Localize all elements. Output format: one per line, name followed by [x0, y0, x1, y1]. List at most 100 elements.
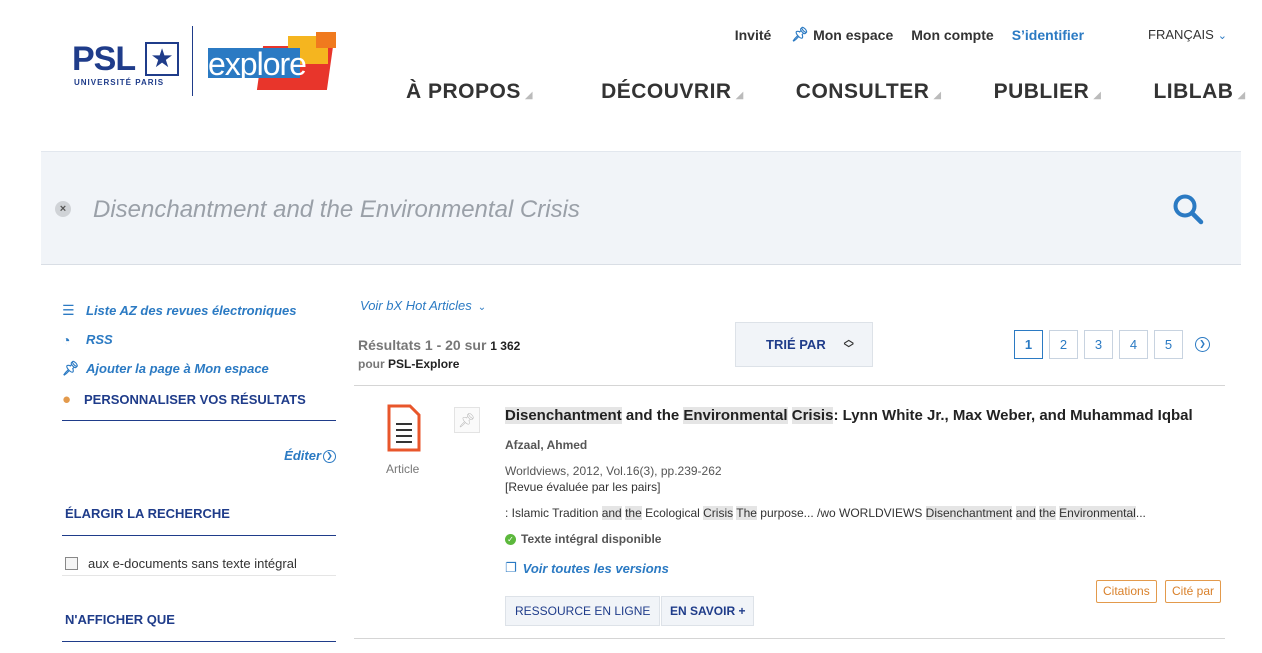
snippet-text: ...: [1135, 506, 1146, 520]
logo-shape-orange: [316, 32, 336, 48]
citations-button[interactable]: Citations: [1096, 580, 1157, 603]
personalize-results-label: PERSONNALISER VOS RÉSULTATS: [84, 392, 306, 407]
page-4[interactable]: 4: [1119, 330, 1148, 359]
results-scope: pour PSL-Explore: [358, 357, 459, 371]
top-navigation: Invité 📌︎ Mon espace Mon compte S’identi…: [717, 26, 1227, 43]
title-highlight: Environmental: [683, 407, 788, 424]
result-author[interactable]: Afzaal, Ahmed: [505, 438, 587, 452]
page-2[interactable]: 2: [1049, 330, 1078, 359]
psl-logo-text: PSL: [72, 40, 136, 78]
snippet-highlight: Crisis: [703, 506, 734, 520]
all-versions-link[interactable]: ❐ Voir toutes les versions: [505, 560, 669, 576]
language-selector[interactable]: FRANÇAIS ⌄: [1130, 27, 1227, 42]
results-count: Résultats 1 - 20 sur 1 362: [358, 337, 520, 353]
chevron-down-icon: ⌄: [477, 302, 487, 313]
rss-icon: ◔: [62, 331, 71, 348]
az-journals-link[interactable]: ☰ Liste AZ des revues électroniques: [62, 296, 336, 325]
snippet-text: Ecological: [641, 506, 704, 520]
all-versions-label: Voir toutes les versions: [522, 560, 669, 576]
my-space-link[interactable]: Mon espace: [813, 27, 893, 43]
title-highlight: Crisis: [791, 407, 834, 424]
pagination: 1 2 3 4 5 ❯: [1014, 330, 1210, 359]
hot-articles-link[interactable]: Voir bX Hot Articles ⌄: [360, 298, 486, 313]
guest-label: Invité: [734, 26, 772, 43]
triangle-icon: ◢: [1237, 90, 1246, 101]
explore-logo-text: explore: [208, 46, 307, 82]
online-resource-button[interactable]: RESSOURCE EN LIGNE: [505, 596, 661, 626]
nav-publish-label: PUBLIER: [993, 80, 1090, 103]
logo-divider: [192, 26, 193, 96]
triangle-icon: ◢: [735, 90, 744, 101]
expand-checkbox[interactable]: [65, 557, 78, 571]
rss-link[interactable]: ◔ RSS: [62, 325, 336, 354]
result-publication: Worldviews, 2012, Vol.16(3), pp.239-262: [505, 464, 722, 478]
snippet-highlight: the: [625, 506, 642, 520]
az-journals-label: Liste AZ des revues électroniques: [86, 303, 297, 318]
title-highlight: Disenchantment: [505, 407, 622, 424]
snippet-highlight: The: [736, 506, 757, 520]
snippet-highlight: Disenchantment: [925, 506, 1013, 520]
snippet-highlight: Environmental: [1059, 506, 1136, 520]
title-text: : Lynn White Jr., Max Weber, and Muhamma…: [833, 407, 1193, 424]
nav-liblab-label: LIBLAB: [1153, 80, 1234, 103]
nav-discover-label: DÉCOUVRIR: [601, 80, 732, 103]
nav-publish[interactable]: PUBLIER ◢: [994, 80, 1102, 104]
main-navigation: À PROPOS ◢ DÉCOUVRIR ◢ CONSULTER ◢ PUBLIER ◢…: [406, 80, 1246, 104]
psl-explore-logo[interactable]: PSL ★ UNIVERSITÉ PARIS explore: [72, 26, 342, 96]
my-account-link[interactable]: Mon compte: [911, 27, 993, 43]
language-label: FRANÇAIS: [1148, 27, 1214, 42]
nav-liblab[interactable]: LIBLAB ◢: [1153, 80, 1245, 104]
expand-option-label: aux e-documents sans texte intégral: [88, 556, 297, 572]
edit-link[interactable]: Éditer ❯: [62, 448, 336, 464]
show-only-header: N'AFFICHER QUE: [62, 612, 336, 643]
result-divider: [354, 638, 1225, 639]
cited-by-button[interactable]: Cité par: [1165, 580, 1222, 603]
personalize-results-header: ● PERSONNALISER VOS RÉSULTATS: [62, 391, 336, 421]
login-link[interactable]: S’identifier: [1012, 27, 1084, 43]
sort-button[interactable]: TRIÉ PAR ︿ ﹀: [735, 322, 873, 367]
nav-consult[interactable]: CONSULTER ◢: [796, 80, 942, 104]
search-icon[interactable]: [1171, 192, 1205, 226]
explore-logo: explore: [208, 32, 336, 90]
edit-label: Éditer: [284, 448, 321, 463]
learn-more-button[interactable]: EN SAVOIR +: [661, 596, 755, 626]
availability-label: Texte intégral disponible: [521, 532, 662, 546]
next-page-icon[interactable]: ❯: [1195, 337, 1210, 352]
snippet-highlight: and: [1015, 506, 1036, 520]
results-scope-prefix: pour: [358, 357, 385, 371]
pin-icon: 📌︎: [791, 26, 810, 42]
page-5[interactable]: 5: [1154, 330, 1183, 359]
result-snippet: : Islamic Tradition and the Ecological C…: [505, 506, 1146, 520]
add-to-my-space-label: Ajouter la page à Mon espace: [86, 361, 269, 376]
page-3[interactable]: 3: [1084, 330, 1113, 359]
nav-consult-label: CONSULTER: [795, 80, 930, 103]
add-to-my-space-link[interactable]: 📌︎ Ajouter la page à Mon espace: [62, 354, 336, 383]
search-input[interactable]: [93, 190, 1133, 230]
user-icon: ●: [62, 391, 72, 408]
nav-about-label: À PROPOS: [406, 80, 521, 103]
pin-record-icon[interactable]: 📌︎: [454, 407, 480, 433]
snippet-highlight: the: [1039, 506, 1056, 520]
availability-status: ✓ Texte intégral disponible: [505, 532, 661, 546]
versions-icon: ❐: [505, 560, 517, 575]
nav-discover[interactable]: DÉCOUVRIR ◢: [601, 80, 744, 104]
results-count-prefix: Résultats 1 - 20 sur: [358, 337, 487, 353]
page-1[interactable]: 1: [1014, 330, 1043, 359]
clear-search-icon[interactable]: ×: [55, 201, 71, 217]
nav-about[interactable]: À PROPOS ◢: [406, 80, 533, 104]
triangle-icon: ◢: [524, 90, 534, 101]
expand-search-header: ÉLARGIR LA RECHERCHE: [62, 506, 336, 537]
search-bar: ×: [41, 151, 1241, 265]
snippet-text: purpose... /wo WORLDVIEWS: [756, 506, 926, 520]
expand-option[interactable]: aux e-documents sans texte intégral: [62, 556, 336, 577]
pin-icon: 📌︎: [62, 360, 80, 376]
results-scope-name: PSL-Explore: [388, 357, 460, 371]
sort-arrows-icon: ︿ ﹀: [843, 334, 854, 355]
triangle-icon: ◢: [933, 90, 942, 101]
sort-label: TRIÉ PAR: [766, 337, 826, 352]
star-icon: ★: [145, 42, 179, 76]
article-document-icon: [387, 404, 421, 452]
triangle-icon: ◢: [1093, 90, 1102, 101]
result-title[interactable]: Disenchantment and the Environmental Cri…: [505, 407, 1215, 424]
document-type: Article: [386, 462, 420, 476]
